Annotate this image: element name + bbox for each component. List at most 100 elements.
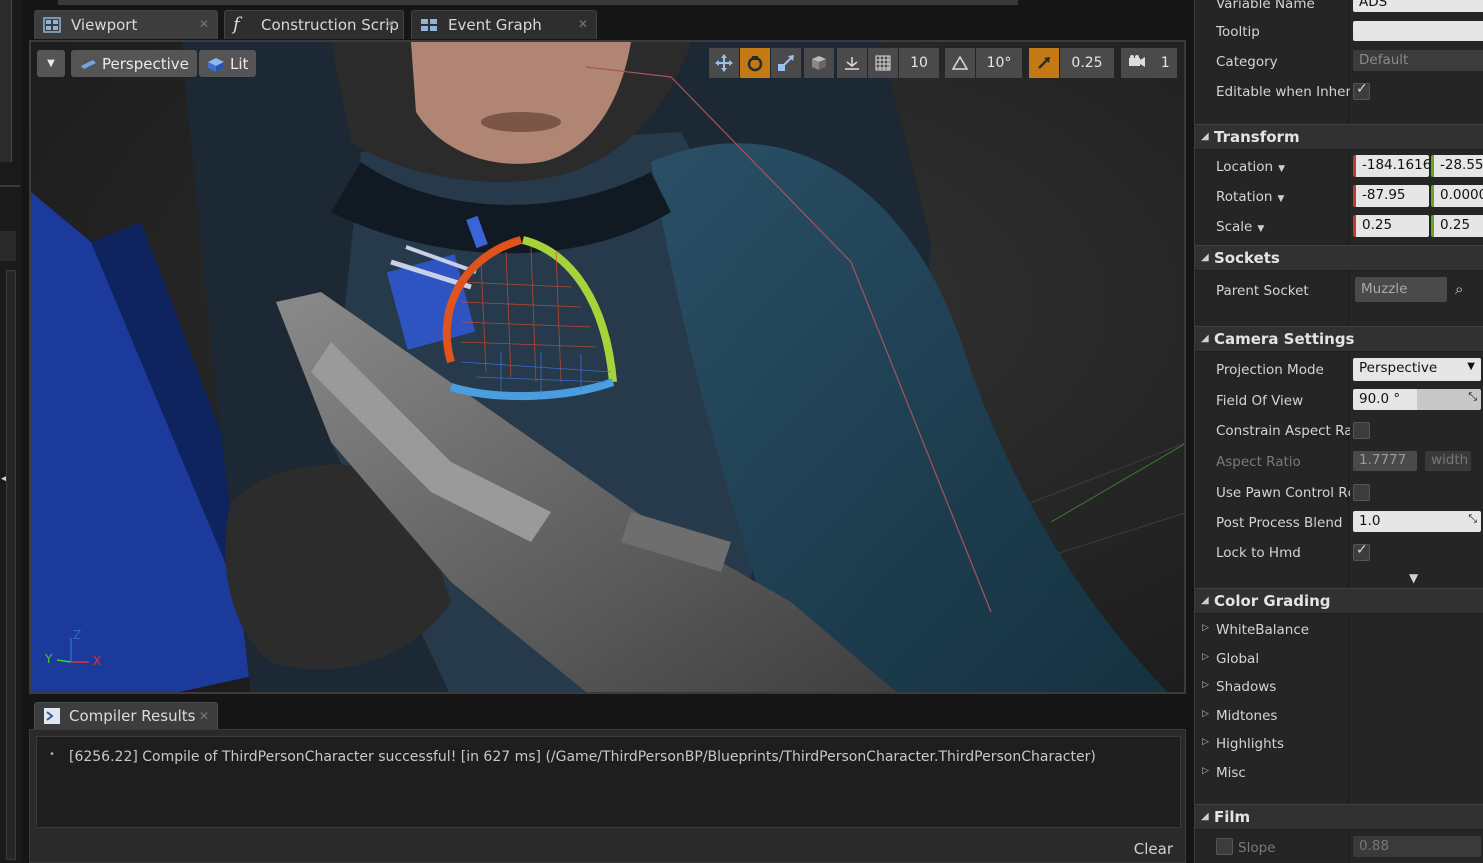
collapse-arrow-icon: ◢	[1201, 811, 1209, 822]
axis-indicator: X Y Z	[43, 622, 103, 672]
section-color-grading[interactable]: ◢ Color Grading	[1195, 588, 1483, 614]
tab-compiler-results[interactable]: Compiler Results ✕	[34, 702, 218, 729]
projection-mode-row: Projection Mode Perspective ▼	[1195, 355, 1483, 385]
section-sockets[interactable]: ◢ Sockets	[1195, 245, 1483, 271]
scale-label[interactable]: Scale ▼	[1216, 219, 1350, 235]
grid-snap-value[interactable]: 10	[899, 48, 939, 78]
section-camera-settings[interactable]: ◢ Camera Settings	[1195, 326, 1483, 352]
rotation-x-input[interactable]: -87.95	[1353, 185, 1429, 207]
variable-name-input[interactable]: ADS	[1353, 0, 1483, 12]
world-space-cube-icon[interactable]	[804, 48, 834, 78]
scale-icon[interactable]	[771, 48, 801, 78]
collapse-arrow-icon: ◢	[1201, 131, 1209, 142]
scale-y-input[interactable]: 0.25	[1431, 215, 1483, 237]
rotation-row: Rotation ▼ -87.95 0.0000	[1195, 182, 1483, 212]
event-graph-icon	[420, 16, 438, 34]
section-transform[interactable]: ◢ Transform	[1195, 124, 1483, 150]
scale-snap-icon[interactable]	[1029, 48, 1059, 78]
section-film[interactable]: ◢ Film	[1195, 804, 1483, 830]
color-grading-item-shadows[interactable]: ▷ Shadows	[1195, 672, 1483, 702]
rotation-snap-value-text: 10°	[986, 55, 1012, 71]
rotation-y-input[interactable]: 0.0000	[1431, 185, 1483, 207]
midtones-label: Midtones	[1216, 708, 1278, 724]
variable-name-label: Variable Name	[1216, 0, 1315, 12]
aspect-ratio-input[interactable]: 1.7777	[1353, 451, 1417, 471]
color-grading-item-highlights[interactable]: ▷ Highlights	[1195, 729, 1483, 759]
left-collapse-handle[interactable]: ◀	[0, 231, 16, 484]
rotation-snap-icon[interactable]	[945, 48, 975, 78]
camera-speed-group: 1	[1121, 48, 1177, 78]
lock-to-hmd-checkbox[interactable]	[1353, 542, 1370, 561]
color-grading-item-misc[interactable]: ▷ Misc	[1195, 758, 1483, 788]
highlights-label: Highlights	[1216, 736, 1284, 752]
aspect-mode-dropdown[interactable]: width	[1425, 451, 1471, 471]
projection-mode-dropdown[interactable]: Perspective ▼	[1353, 358, 1481, 381]
editable-row: Editable when Inheri	[1195, 77, 1483, 107]
lit-cube-icon	[207, 57, 225, 72]
compiler-results-panel: • [6256.22] Compile of ThirdPersonCharac…	[29, 729, 1186, 863]
fov-slider[interactable]: 90.0 ° ⤡	[1353, 389, 1481, 410]
expand-icon: ⤡	[1468, 390, 1477, 403]
left-scrollbar[interactable]	[0, 0, 12, 162]
close-icon[interactable]: ✕	[199, 17, 209, 31]
compiler-message[interactable]: [6256.22] Compile of ThirdPersonCharacte…	[69, 749, 1096, 765]
viewport-3d[interactable]: ▼ Perspective Lit 10 10° 0.25 1 X Y Z	[29, 40, 1186, 694]
grid-snap-icon[interactable]	[868, 48, 898, 78]
details-panel: Variable Name ADS Tooltip Category Defau…	[1194, 0, 1483, 863]
rotation-label[interactable]: Rotation ▼	[1216, 189, 1350, 205]
lock-to-hmd-row: Lock to Hmd	[1195, 538, 1483, 568]
close-icon[interactable]: ✕	[578, 17, 588, 31]
post-process-blend-row: Post Process Blend 1.0 ⤡	[1195, 508, 1483, 538]
sockets-title: Sockets	[1214, 249, 1280, 267]
search-icon[interactable]: ⌕	[1455, 280, 1463, 298]
constrain-aspect-label: Constrain Aspect Ra	[1216, 423, 1350, 439]
parent-socket-field[interactable]: Muzzle	[1355, 277, 1447, 302]
camera-settings-title: Camera Settings	[1214, 330, 1355, 348]
advanced-expand-icon[interactable]: ▼	[1409, 571, 1418, 585]
left-vertical-scrollbar[interactable]	[6, 270, 16, 860]
surface-snap-icon[interactable]	[837, 48, 867, 78]
axis-x-label: X	[93, 654, 102, 668]
location-x-input[interactable]: -184.1616	[1353, 155, 1429, 177]
scale-x-input[interactable]: 0.25	[1353, 215, 1429, 237]
lit-button[interactable]: Lit	[199, 50, 257, 77]
close-icon[interactable]: ✕	[199, 709, 209, 723]
post-process-blend-input[interactable]: 1.0 ⤡	[1353, 511, 1481, 532]
parent-socket-row: Parent Socket Muzzle ⌕	[1195, 276, 1483, 306]
constrain-aspect-checkbox[interactable]	[1353, 422, 1370, 439]
translate-icon[interactable]	[709, 48, 739, 78]
tab-viewport[interactable]: Viewport ✕	[34, 10, 218, 39]
color-grading-item-global[interactable]: ▷ Global	[1195, 644, 1483, 674]
collapse-arrow-icon: ◢	[1201, 252, 1209, 263]
tab-construction-script[interactable]: f Construction Scrip ✕	[224, 10, 404, 39]
tab-event-graph[interactable]: Event Graph ✕	[411, 10, 597, 39]
slope-override-checkbox[interactable]	[1216, 838, 1233, 855]
camera-speed-button[interactable]: 1	[1121, 48, 1177, 78]
scale-snap-value[interactable]: 0.25	[1060, 48, 1114, 78]
perspective-button[interactable]: Perspective	[71, 50, 197, 77]
editable-label: Editable when Inheri	[1216, 84, 1350, 100]
shadows-label: Shadows	[1216, 679, 1277, 695]
viewport-options-button[interactable]: ▼	[37, 50, 65, 77]
close-icon[interactable]: ✕	[385, 17, 395, 31]
color-grading-item-whitebalance[interactable]: ▷ WhiteBalance	[1195, 615, 1483, 645]
expand-arrow-icon: ▷	[1202, 680, 1209, 690]
lock-to-hmd-label: Lock to Hmd	[1216, 545, 1301, 561]
collapse-arrow-icon: ◢	[1201, 333, 1209, 344]
left-panel-strip: ◀	[0, 0, 22, 863]
location-y-input[interactable]: -28.558	[1431, 155, 1483, 177]
location-label[interactable]: Location ▼	[1216, 159, 1350, 175]
use-pawn-control-label: Use Pawn Control Rc	[1216, 485, 1350, 501]
fov-value: 90.0 °	[1359, 391, 1401, 407]
rotation-snap-value[interactable]: 10°	[976, 48, 1022, 78]
tooltip-input[interactable]	[1353, 21, 1483, 41]
transform-mode-group	[709, 48, 801, 78]
rotate-icon[interactable]	[740, 48, 770, 78]
color-grading-item-midtones[interactable]: ▷ Midtones	[1195, 701, 1483, 731]
category-dropdown[interactable]: Default	[1353, 50, 1483, 71]
use-pawn-control-checkbox[interactable]	[1353, 484, 1370, 501]
editable-checkbox[interactable]	[1353, 81, 1370, 100]
clear-button[interactable]: Clear	[1134, 840, 1173, 858]
expand-arrow-icon: ▷	[1202, 766, 1209, 776]
slope-input[interactable]: 0.88	[1353, 836, 1481, 857]
